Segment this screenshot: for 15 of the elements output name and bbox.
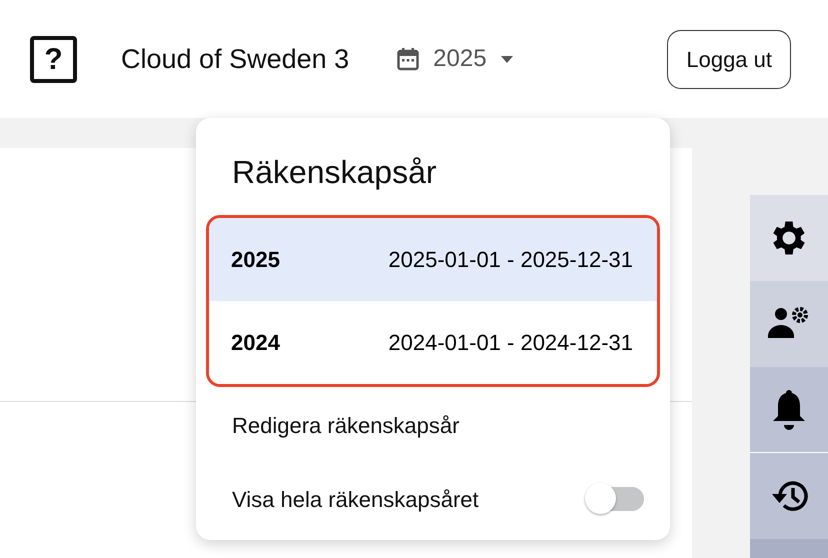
menu-title: Räkenskapsår <box>232 154 437 190</box>
caret-icon <box>500 56 513 62</box>
calendar-icon <box>397 47 420 71</box>
bell-icon <box>771 388 807 432</box>
fiscal-year-option[interactable]: 2025 2025-01-01 - 2025-12-31 <box>209 218 657 301</box>
year-picker[interactable]: 2025 <box>397 41 513 77</box>
sidebar-button[interactable] <box>750 195 828 281</box>
toggle-label: Visa hela räkenskapsåret <box>232 486 479 514</box>
help-logo: ? <box>30 36 77 82</box>
edit-link[interactable]: Redigera räkenskapsår <box>232 409 460 442</box>
app-title: Cloud of Sweden 3 <box>121 42 350 76</box>
sidebar-button[interactable] <box>750 367 828 453</box>
logout-button[interactable]: Logga ut <box>667 30 791 88</box>
sidebar-button[interactable] <box>750 281 828 367</box>
sidebar-button[interactable] <box>750 453 828 539</box>
